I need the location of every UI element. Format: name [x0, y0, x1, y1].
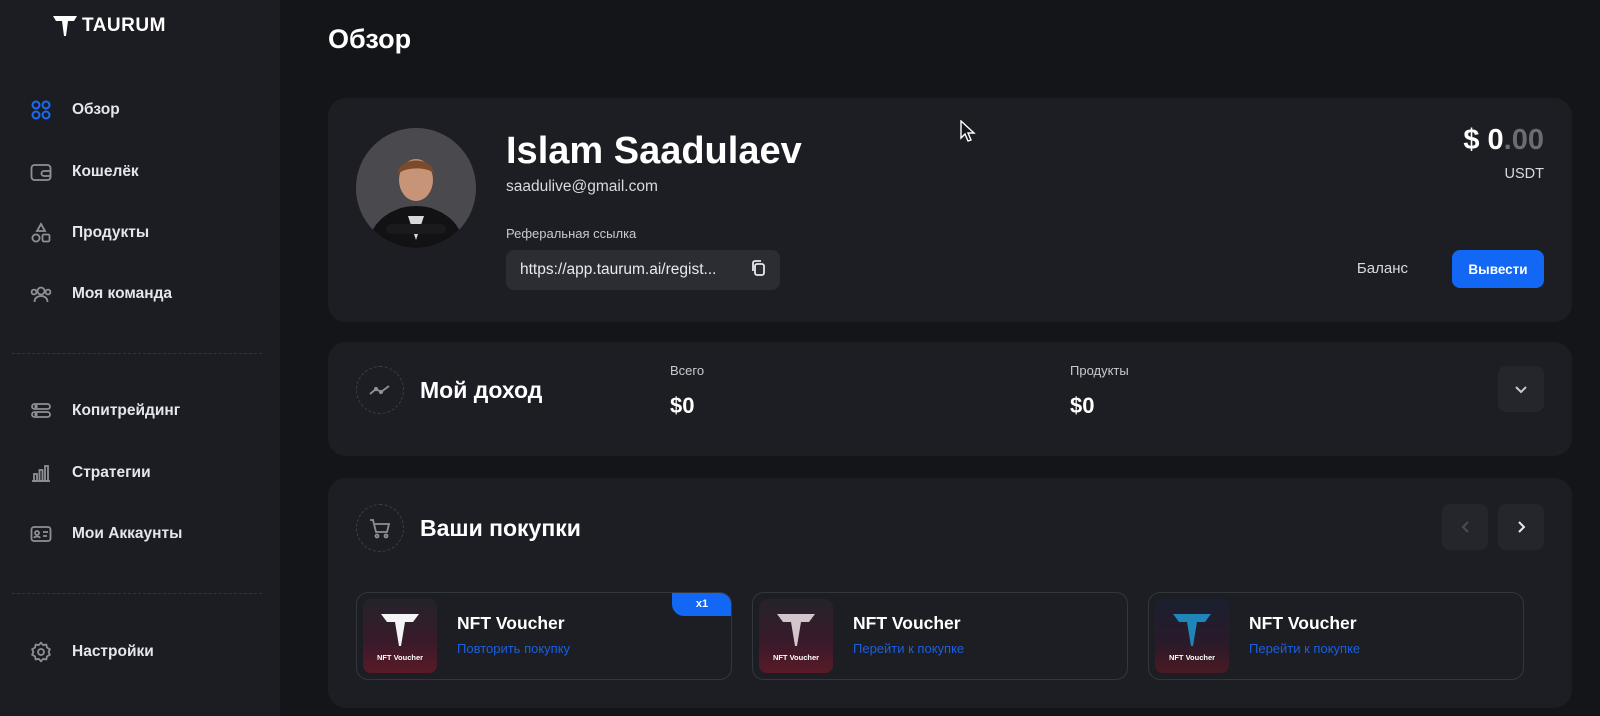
sidebar-item-copytrading[interactable]: Копитрейдинг	[30, 396, 260, 426]
gear-icon	[30, 641, 52, 663]
income-total-label: Всего	[670, 363, 705, 378]
repeat-purchase-link[interactable]: Повторить покупку	[457, 641, 570, 656]
sidebar-item-label: Обзор	[72, 101, 120, 118]
chart-icon	[30, 462, 52, 484]
income-total-value: $0	[670, 393, 695, 418]
sidebar-item-strategies[interactable]: Стратегии	[30, 458, 260, 488]
sidebar-item-label: Стратегии	[72, 464, 151, 481]
sidebar-item-label: Продукты	[72, 224, 150, 241]
purchase-item[interactable]: NFT Voucher NFT Voucher Перейти к покупк…	[1148, 592, 1524, 680]
cart-icon	[356, 504, 404, 552]
withdraw-button[interactable]: Вывести	[1452, 250, 1544, 288]
voucher-title: NFT Voucher	[457, 613, 565, 633]
sidebar-item-wallet[interactable]: Кошелёк	[30, 157, 260, 187]
sidebar-divider	[12, 353, 262, 354]
balance-whole: $ 0	[1463, 124, 1504, 156]
next-button[interactable]	[1498, 504, 1544, 550]
income-products-label: Продукты	[1070, 363, 1129, 378]
voucher-thumbnail: NFT Voucher	[759, 599, 833, 673]
products-icon	[30, 222, 52, 244]
sidebar-item-label: Кошелёк	[72, 163, 139, 180]
sidebar-item-products[interactable]: Продукты	[30, 218, 260, 248]
sidebar-item-settings[interactable]: Настройки	[30, 637, 260, 667]
trend-icon	[356, 366, 404, 414]
sidebar-item-overview[interactable]: Обзор	[30, 95, 260, 125]
sidebar-item-label: Мои Аккаунты	[72, 525, 183, 542]
copytrading-icon	[30, 400, 52, 422]
sidebar-item-label: Моя команда	[72, 285, 173, 302]
voucher-title: NFT Voucher	[1249, 613, 1357, 633]
wallet-icon	[30, 161, 52, 183]
referral-link-text: https://app.taurum.ai/regist...	[520, 261, 717, 278]
voucher-title: NFT Voucher	[853, 613, 961, 633]
user-name: Islam Saadulaev	[506, 130, 802, 172]
voucher-thumbnail: NFT Voucher	[1155, 599, 1229, 673]
team-icon	[30, 283, 52, 305]
chevron-down-icon	[1515, 385, 1527, 393]
referral-link-field[interactable]: https://app.taurum.ai/regist...	[506, 250, 780, 290]
quantity-badge: x1	[672, 593, 731, 616]
income-title: Мой доход	[420, 377, 543, 403]
logo[interactable]: TAURUM	[52, 14, 166, 38]
purchases-card: Ваши покупки NFT Voucher NFT Voucher Пов…	[328, 478, 1572, 708]
sidebar-item-label: Копитрейдинг	[72, 402, 181, 419]
expand-button[interactable]	[1498, 366, 1544, 412]
balance-amount: $ 0.00	[1463, 124, 1544, 157]
mouse-cursor-icon	[960, 120, 976, 142]
prev-button[interactable]	[1442, 504, 1488, 550]
sidebar-divider	[12, 593, 262, 594]
profile-card: Islam Saadulaev saadulive@gmail.com Рефе…	[328, 98, 1572, 322]
income-products-value: $0	[1070, 393, 1095, 418]
sidebar-item-label: Настройки	[72, 643, 154, 660]
purchase-item[interactable]: NFT Voucher NFT Voucher Перейти к покупк…	[752, 592, 1128, 680]
voucher-thumb-label: NFT Voucher	[772, 652, 820, 662]
page-title: Обзор	[328, 24, 412, 54]
purchase-item[interactable]: NFT Voucher NFT Voucher Повторить покупк…	[356, 592, 732, 680]
bull-logo-icon	[381, 613, 419, 646]
taurum-logo-icon	[53, 16, 77, 36]
brand-name: TAURUM	[82, 15, 166, 36]
grid-icon	[30, 99, 52, 121]
referral-label: Реферальная ссылка	[506, 226, 637, 241]
copy-icon[interactable]	[750, 259, 766, 282]
user-email: saadulive@gmail.com	[506, 178, 658, 195]
chevron-right-icon	[1517, 521, 1525, 533]
income-card: Мой доход Всего $0 Продукты $0	[328, 342, 1572, 456]
id-card-icon	[30, 523, 52, 545]
balance-label: Баланс	[1356, 260, 1408, 277]
avatar	[356, 128, 476, 248]
chevron-left-icon	[1461, 521, 1469, 533]
voucher-thumb-label: NFT Voucher	[1168, 652, 1216, 662]
balance-cents: .00	[1503, 124, 1544, 156]
bull-logo-icon	[777, 613, 815, 646]
purchases-title: Ваши покупки	[420, 515, 581, 541]
balance-currency: USDT	[1504, 166, 1544, 182]
go-to-purchase-link[interactable]: Перейти к покупке	[1249, 641, 1360, 656]
sidebar: TAURUM Обзор Кошелёк Продукты Моя команд…	[0, 0, 280, 716]
sidebar-item-accounts[interactable]: Мои Аккаунты	[30, 519, 260, 549]
sidebar-item-team[interactable]: Моя команда	[30, 279, 260, 309]
voucher-thumb-label: NFT Voucher	[376, 652, 424, 662]
go-to-purchase-link[interactable]: Перейти к покупке	[853, 641, 964, 656]
bull-logo-icon	[1173, 613, 1211, 646]
voucher-thumbnail: NFT Voucher	[363, 599, 437, 673]
